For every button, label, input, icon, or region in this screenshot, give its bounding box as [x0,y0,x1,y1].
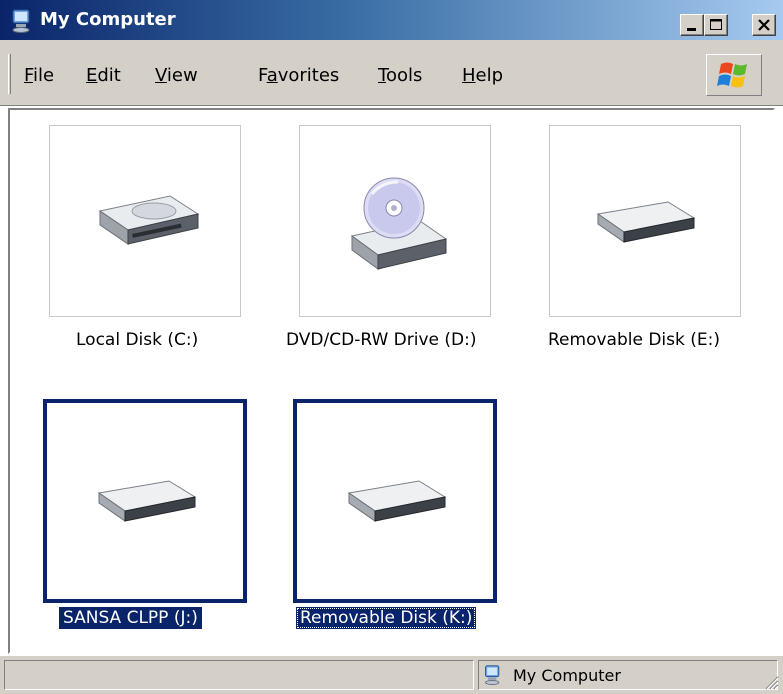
menu-file-accel: F [24,65,34,86]
my-computer-icon [10,9,34,33]
drive-item-k[interactable]: Removable Disk (K:) [293,399,533,652]
removable-disk-icon [596,201,696,243]
menu-edit-accel: E [86,65,98,86]
maximize-icon [710,19,722,30]
drive-thumbnail [43,399,247,603]
menu-view[interactable]: View [155,65,198,86]
minimize-icon [687,28,696,31]
drive-thumbnail [49,125,241,317]
close-button[interactable] [752,14,776,36]
drive-label: Removable Disk (K:) [296,607,477,629]
drive-label: Local Disk (C:) [76,330,199,350]
menu-file[interactable]: File [24,65,54,86]
status-bar: My Computer [0,656,783,694]
title-bar[interactable]: My Computer [0,0,783,40]
drive-item-c[interactable]: Local Disk (C:) [49,125,289,385]
close-icon [758,19,770,31]
drive-item-j[interactable]: SANSA CLPP (J:) [43,399,283,652]
menu-edit[interactable]: Edit [86,65,121,86]
removable-disk-icon [347,480,447,522]
drive-label: SANSA CLPP (J:) [59,607,202,629]
menu-grip[interactable] [8,54,11,94]
status-pane-main [4,660,474,690]
menu-view-accel: V [155,65,167,86]
drive-thumbnail [293,399,497,603]
drive-thumbnail [299,125,491,317]
menu-favorites[interactable]: Favorites [258,65,339,86]
menu-file-rest: ile [33,65,55,86]
menu-bar: File Edit View Favorites Tools Help [0,40,783,106]
windows-logo [706,54,762,96]
status-pane-location: My Computer [478,660,778,690]
drive-label: DVD/CD-RW Drive (D:) [286,330,477,350]
menu-favorites-pre: F [258,65,267,86]
drive-item-d[interactable]: DVD/CD-RW Drive (D:) [286,125,539,385]
status-location: My Computer [513,666,621,685]
menu-edit-rest: dit [97,65,121,86]
minimize-button[interactable] [680,14,704,36]
menu-help-accel: H [462,65,476,86]
removable-disk-icon [97,480,197,522]
menu-tools-rest: ools [385,65,423,86]
resize-grip-icon[interactable] [761,672,779,690]
menu-favorites-rest: vorites [277,65,340,86]
menu-tools-accel: T [378,65,386,86]
drive-label: Removable Disk (E:) [548,330,720,350]
menu-view-rest: iew [166,65,198,86]
drive-thumbnail [549,125,741,317]
maximize-button[interactable] [704,14,728,36]
drive-list-view[interactable]: Local Disk (C:) DVD/CD-RW Drive (D:) Rem… [8,108,775,654]
hard-disk-icon [98,195,200,245]
drive-item-e[interactable]: Removable Disk (E:) [548,125,773,385]
menu-favorites-accel: a [266,65,278,86]
menu-tools[interactable]: Tools [378,65,422,86]
windows-flag-icon [717,62,747,88]
window-title: My Computer [40,9,176,30]
menu-help-rest: elp [475,65,504,86]
menu-help[interactable]: Help [462,65,503,86]
dvd-drive-icon [350,177,448,270]
my-computer-icon [483,665,503,685]
